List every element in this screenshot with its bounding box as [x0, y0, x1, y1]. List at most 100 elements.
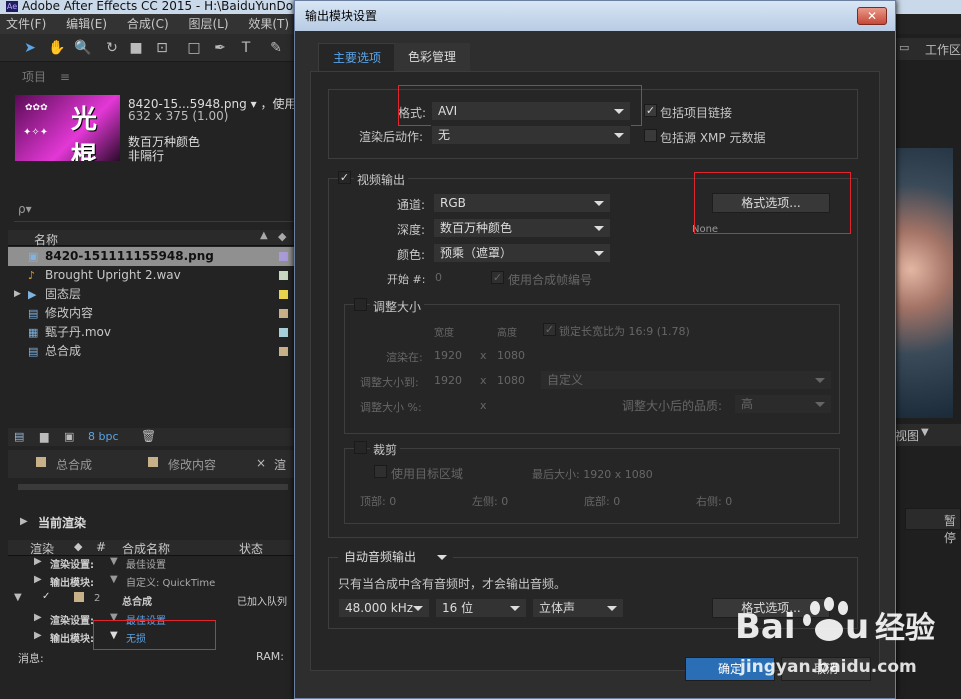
workspace-icon[interactable]: ▭	[899, 41, 909, 54]
tab-total-comp[interactable]: 总合成	[56, 456, 92, 473]
pan-behind-tool-icon[interactable]: ⊡	[154, 40, 170, 56]
expand-row-icon[interactable]: ▶	[34, 574, 42, 585]
tab-color-management[interactable]: 色彩管理	[394, 43, 471, 71]
post-render-select[interactable]: 无	[431, 125, 631, 145]
project-list-item[interactable]: ▤ 修改内容	[8, 304, 296, 323]
label-color-swatch[interactable]	[279, 252, 288, 261]
expand-folder-icon[interactable]: ▶	[14, 285, 21, 304]
rotate-tool-icon[interactable]: ↻	[104, 40, 120, 56]
include-project-link-checkbox[interactable]: ✓	[644, 104, 657, 117]
label-color-swatch[interactable]	[279, 309, 288, 318]
color-select[interactable]: 预乘（遮罩）	[433, 243, 611, 263]
label-color-swatch[interactable]	[279, 347, 288, 356]
tab-render-queue[interactable]: 渲	[274, 456, 286, 473]
dropdown-icon[interactable]: ▼	[110, 612, 118, 623]
resize-to-height[interactable]: 1080	[497, 374, 525, 387]
pause-button[interactable]: 暂停	[905, 508, 961, 545]
video-output-checkbox[interactable]: ✓	[338, 171, 351, 184]
include-xmp-checkbox[interactable]	[644, 129, 657, 142]
label-color-swatch[interactable]	[279, 290, 288, 299]
column-name[interactable]: 名称	[34, 231, 58, 248]
crop-left[interactable]: 左侧: 0	[472, 493, 508, 509]
label-swatch-icon	[74, 592, 84, 602]
type-tool-icon[interactable]: T	[238, 40, 254, 56]
project-list-item[interactable]: ♪ Brought Upright 2.wav	[8, 266, 296, 285]
view-dropdown-icon[interactable]: ▼	[921, 427, 929, 438]
tab-main-options[interactable]: 主要选项	[318, 43, 397, 71]
expand-row-icon[interactable]: ▶	[34, 630, 42, 641]
header-number[interactable]: #	[96, 540, 106, 554]
header-status[interactable]: 状态	[239, 540, 263, 557]
pen-tool-icon[interactable]: ✒	[212, 40, 228, 56]
format-select[interactable]: AVI	[431, 101, 631, 121]
label-column-icon[interactable]: ◆	[278, 230, 286, 243]
hand-tool-icon[interactable]: ✋	[48, 40, 65, 56]
tab-modify-content[interactable]: 修改内容	[168, 456, 216, 473]
format-options-button[interactable]: 格式选项...	[712, 193, 830, 213]
project-search-input[interactable]: ρ▾	[14, 200, 296, 222]
dropdown-icon[interactable]: ▼	[110, 574, 118, 585]
output-module-value[interactable]: 自定义: QuickTime	[126, 574, 215, 589]
use-roi-checkbox[interactable]	[374, 465, 387, 478]
new-folder-icon[interactable]: ▆	[40, 430, 48, 443]
close-icon[interactable]: ×	[256, 456, 266, 470]
crop-checkbox[interactable]	[354, 441, 367, 454]
project-list-item[interactable]: ▶ ▶ 固态层	[8, 285, 296, 304]
crop-top[interactable]: 顶部: 0	[360, 493, 396, 509]
lock-aspect-checkbox[interactable]: ✓	[543, 323, 556, 336]
channel-select[interactable]: RGB	[433, 193, 611, 213]
brush-tool-icon[interactable]: ✎	[268, 40, 284, 56]
menu-effect[interactable]: 效果(T)	[248, 17, 289, 31]
expand-icon[interactable]: ▶	[20, 516, 28, 527]
resize-checkbox[interactable]	[354, 298, 367, 311]
label-color-swatch[interactable]	[279, 271, 288, 280]
workspace-label[interactable]: 工作区	[925, 41, 961, 58]
interpret-footage-icon[interactable]: ▤	[14, 430, 24, 443]
output-module-link[interactable]: 无损	[126, 630, 146, 645]
project-tab[interactable]: 项目 ≡	[22, 68, 70, 85]
header-render[interactable]: 渲染	[30, 540, 54, 557]
project-list-item[interactable]: ▣ 8420-151111155948.png	[8, 247, 296, 266]
bit-depth-select[interactable]: 16 位	[435, 598, 527, 618]
expand-row-icon[interactable]: ▶	[34, 612, 42, 623]
crop-bottom[interactable]: 底部: 0	[584, 493, 620, 509]
view-select[interactable]: 视图	[895, 427, 919, 444]
crop-right[interactable]: 右侧: 0	[696, 493, 732, 509]
render-settings-value[interactable]: 最佳设置	[126, 556, 166, 571]
dropdown-icon[interactable]: ▼	[110, 630, 118, 641]
sample-rate-select[interactable]: 48.000 kHz	[338, 598, 430, 618]
rectangle-tool-icon[interactable]: □	[186, 40, 202, 56]
selection-tool-icon[interactable]: ➤	[22, 40, 38, 56]
menu-composition[interactable]: 合成(C)	[127, 17, 169, 31]
render-settings-link[interactable]: 最佳设置	[126, 612, 166, 627]
close-button[interactable]: ✕	[857, 7, 887, 25]
bpc-toggle[interactable]: 8 bpc	[88, 430, 119, 443]
channels-select[interactable]: 立体声	[532, 598, 624, 618]
render-checkbox[interactable]: ✓	[42, 591, 50, 602]
menu-layer[interactable]: 图层(L)	[188, 17, 228, 31]
audio-output-select[interactable]: 自动音频输出	[338, 548, 453, 568]
camera-tool-icon[interactable]: ■	[128, 40, 144, 56]
tag-icon[interactable]: ◆	[74, 540, 82, 553]
project-list-item[interactable]: ▤ 总合成	[8, 342, 296, 361]
trash-icon[interactable]: 🗑	[141, 429, 156, 443]
collapse-row-icon[interactable]: ▼	[14, 592, 22, 603]
project-list-item[interactable]: ▦ 甄子丹.mov	[8, 323, 296, 342]
use-comp-frame-checkbox[interactable]: ✓	[491, 271, 504, 284]
new-comp-icon[interactable]: ▣	[64, 430, 74, 443]
file-type-icon: ▤	[28, 307, 39, 320]
menu-edit[interactable]: 编辑(E)	[66, 17, 107, 31]
quality-select[interactable]: 高	[734, 394, 832, 414]
panel-menu-icon[interactable]: ≡	[60, 70, 70, 84]
menu-file[interactable]: 文件(F)	[6, 17, 46, 31]
svg-text:经验: 经验	[875, 611, 935, 646]
sort-up-icon[interactable]: ▲	[260, 230, 268, 241]
resize-preset-select[interactable]: 自定义	[540, 370, 832, 390]
header-comp-name[interactable]: 合成名称	[122, 540, 170, 557]
expand-row-icon[interactable]: ▶	[34, 556, 42, 567]
zoom-tool-icon[interactable]: 🔍	[74, 40, 91, 56]
label-color-swatch[interactable]	[279, 328, 288, 337]
resize-to-width[interactable]: 1920	[434, 374, 462, 387]
depth-select[interactable]: 数百万种颜色	[433, 218, 611, 238]
dropdown-icon[interactable]: ▼	[110, 556, 118, 567]
